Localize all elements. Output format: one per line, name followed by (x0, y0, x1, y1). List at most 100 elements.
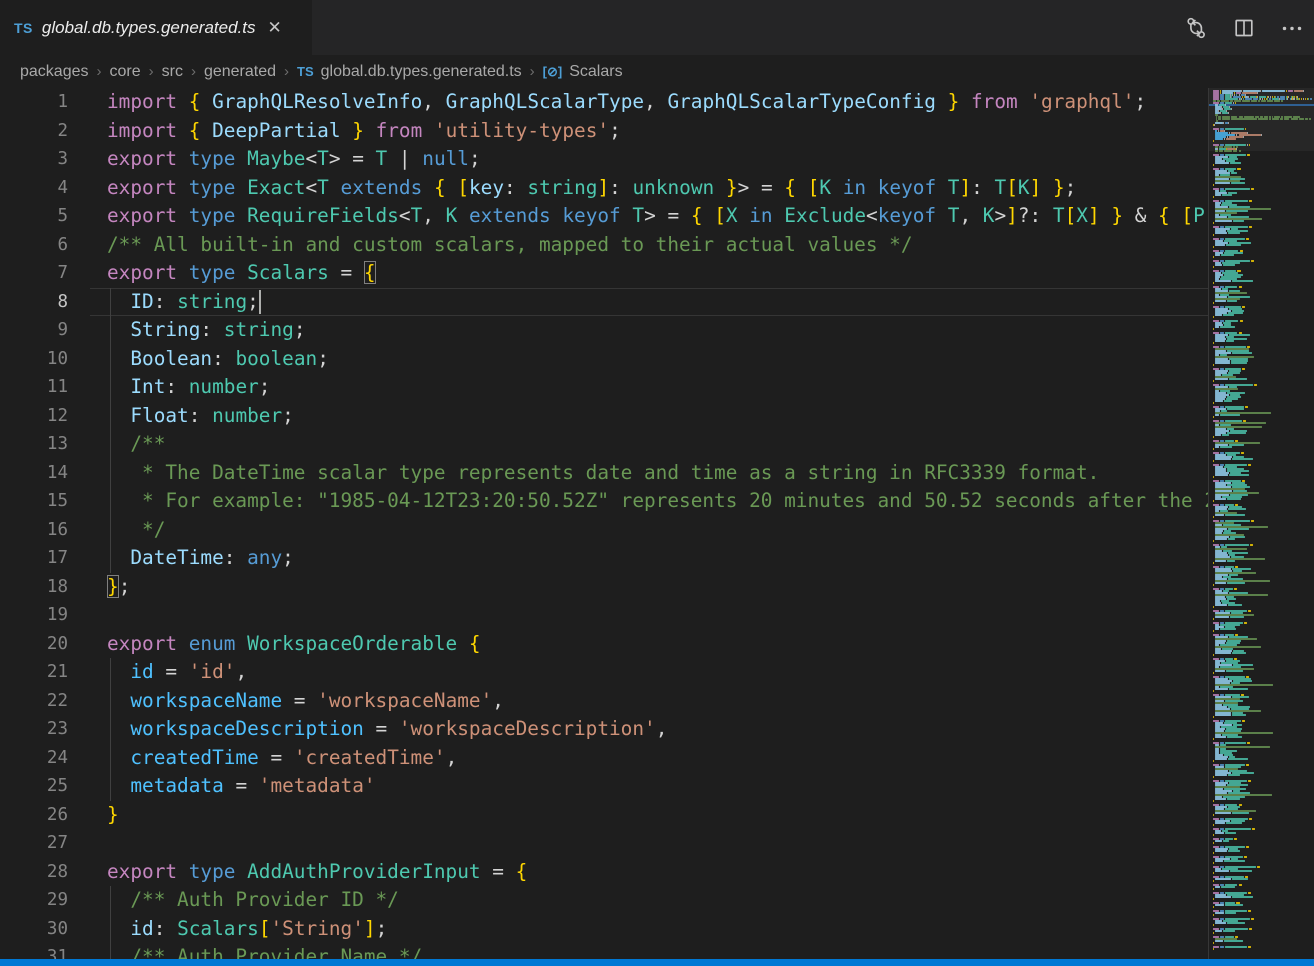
minimap-line-segment (1286, 90, 1287, 92)
minimap-line-segment (1220, 846, 1224, 848)
line-number[interactable]: 19 (0, 601, 68, 630)
line-number[interactable]: 29 (0, 886, 68, 915)
tab-close-icon[interactable]: ✕ (268, 19, 282, 36)
line-number[interactable]: 20 (0, 630, 68, 659)
minimap-line-segment (1215, 326, 1219, 328)
line-number[interactable]: 28 (0, 858, 68, 887)
line-number[interactable]: 13 (0, 430, 68, 459)
code-line[interactable]: */ (107, 516, 1208, 545)
line-number[interactable]: 9 (0, 316, 68, 345)
code-line[interactable]: DateTime: any; (107, 544, 1208, 573)
minimap-viewport-slider[interactable] (1209, 88, 1314, 151)
code-line[interactable]: workspaceName = 'workspaceName', (107, 687, 1208, 716)
minimap-line-segment (1225, 910, 1246, 912)
code-line[interactable]: export type Exact<T extends { [key: stri… (107, 174, 1208, 203)
code-line[interactable]: Int: number; (107, 373, 1208, 402)
line-number[interactable]: 17 (0, 544, 68, 573)
minimap-line-segment (1252, 828, 1255, 830)
line-number[interactable]: 8 (0, 288, 68, 317)
code-line[interactable]: /** All built-in and custom scalars, map… (107, 231, 1208, 260)
more-actions-icon[interactable] (1280, 16, 1304, 40)
code-line[interactable]: createdTime = 'createdTime', (107, 744, 1208, 773)
code-line[interactable]: metadata = 'metadata' (107, 772, 1208, 801)
minimap-line-segment (1213, 866, 1219, 868)
code-pane[interactable]: import { GraphQLResolveInfo, GraphQLScal… (107, 88, 1208, 959)
code-editor[interactable]: 1234567891011121314151617181920212223242… (0, 88, 1208, 959)
code-line[interactable]: }; (107, 573, 1208, 602)
minimap-line-segment (1215, 218, 1262, 220)
breadcrumb-item-scalars[interactable]: [⊘]Scalars (543, 63, 623, 81)
line-number[interactable]: 11 (0, 373, 68, 402)
minimap[interactable] (1208, 88, 1314, 959)
minimap-line-segment (1215, 612, 1230, 614)
code-line[interactable]: /** Auth Provider Name */ (107, 943, 1208, 959)
code-line[interactable]: workspaceDescription = 'workspaceDescrip… (107, 715, 1208, 744)
line-number[interactable]: 4 (0, 174, 68, 203)
code-token: { (189, 119, 201, 142)
code-line[interactable]: export type Scalars = { (107, 259, 1208, 288)
split-editor-icon[interactable] (1232, 16, 1256, 40)
editor-gutter[interactable]: 1234567891011121314151617181920212223242… (0, 88, 68, 959)
line-number[interactable]: 22 (0, 687, 68, 716)
code-token: ; (119, 575, 131, 598)
breadcrumb-item-src[interactable]: src (162, 63, 183, 81)
code-line[interactable]: export enum WorkspaceOrderable { (107, 630, 1208, 659)
minimap-line-segment (1234, 838, 1237, 840)
code-line[interactable]: * For example: "1985-04-12T23:20:50.52Z"… (107, 487, 1208, 516)
breadcrumb-item-generated[interactable]: generated (204, 63, 276, 81)
line-number[interactable]: 3 (0, 145, 68, 174)
code-line[interactable]: export type Maybe<T> = T | null; (107, 145, 1208, 174)
code-line[interactable]: Float: number; (107, 402, 1208, 431)
breadcrumb-item-packages[interactable]: packages (20, 63, 89, 81)
minimap-line-segment (1228, 774, 1239, 776)
line-number[interactable]: 14 (0, 459, 68, 488)
tab-global-db-types-generated[interactable]: TS global.db.types.generated.ts ✕ (0, 0, 312, 55)
code-line[interactable]: ID: string; (107, 288, 1208, 317)
minimap-line-segment (1213, 588, 1219, 590)
open-changes-icon[interactable] (1184, 16, 1208, 40)
code-token: /** Auth Provider Name */ (107, 945, 422, 959)
code-token: boolean (235, 347, 317, 370)
line-number[interactable]: 2 (0, 117, 68, 146)
line-number[interactable]: 26 (0, 801, 68, 830)
line-number[interactable]: 31 (0, 943, 68, 959)
code-line[interactable]: String: string; (107, 316, 1208, 345)
line-number[interactable]: 23 (0, 715, 68, 744)
code-line[interactable]: /** Auth Provider ID */ (107, 886, 1208, 915)
line-number[interactable]: 30 (0, 915, 68, 944)
line-number[interactable]: 1 (0, 88, 68, 117)
code-line[interactable] (107, 601, 1208, 630)
line-number[interactable]: 6 (0, 231, 68, 260)
code-line[interactable]: id = 'id', (107, 658, 1208, 687)
line-number[interactable]: 5 (0, 202, 68, 231)
code-line[interactable]: export type AddAuthProviderInput = { (107, 858, 1208, 887)
minimap-line-segment (1224, 860, 1244, 862)
code-line[interactable]: import { DeepPartial } from 'utility-typ… (107, 117, 1208, 146)
code-line[interactable] (107, 829, 1208, 858)
line-number[interactable]: 7 (0, 259, 68, 288)
line-number[interactable]: 16 (0, 516, 68, 545)
minimap-line-segment (1220, 750, 1237, 752)
minimap-line-segment (1233, 650, 1243, 652)
line-number[interactable]: 21 (0, 658, 68, 687)
code-line[interactable]: import { GraphQLResolveInfo, GraphQLScal… (107, 88, 1208, 117)
minimap-line-segment (1215, 532, 1222, 534)
code-line[interactable]: export type RequireFields<T, K extends k… (107, 202, 1208, 231)
breadcrumb-item-core[interactable]: core (110, 63, 141, 81)
code-line[interactable]: } (107, 801, 1208, 830)
line-number[interactable]: 12 (0, 402, 68, 431)
minimap-line-segment (1297, 98, 1298, 100)
line-number[interactable]: 27 (0, 829, 68, 858)
line-number[interactable]: 25 (0, 772, 68, 801)
breadcrumb-item-global-db-types-generated-ts[interactable]: TSglobal.db.types.generated.ts (297, 63, 522, 81)
code-line[interactable]: id: Scalars['String']; (107, 915, 1208, 944)
code-line[interactable]: * The DateTime scalar type represents da… (107, 459, 1208, 488)
code-line[interactable]: /** (107, 430, 1208, 459)
line-number[interactable]: 24 (0, 744, 68, 773)
line-number[interactable]: 15 (0, 487, 68, 516)
code-line[interactable]: Boolean: boolean; (107, 345, 1208, 374)
minimap-line-segment (1220, 420, 1224, 422)
line-number[interactable]: 10 (0, 345, 68, 374)
line-number[interactable]: 18 (0, 573, 68, 602)
minimap-line-segment (1227, 470, 1248, 472)
